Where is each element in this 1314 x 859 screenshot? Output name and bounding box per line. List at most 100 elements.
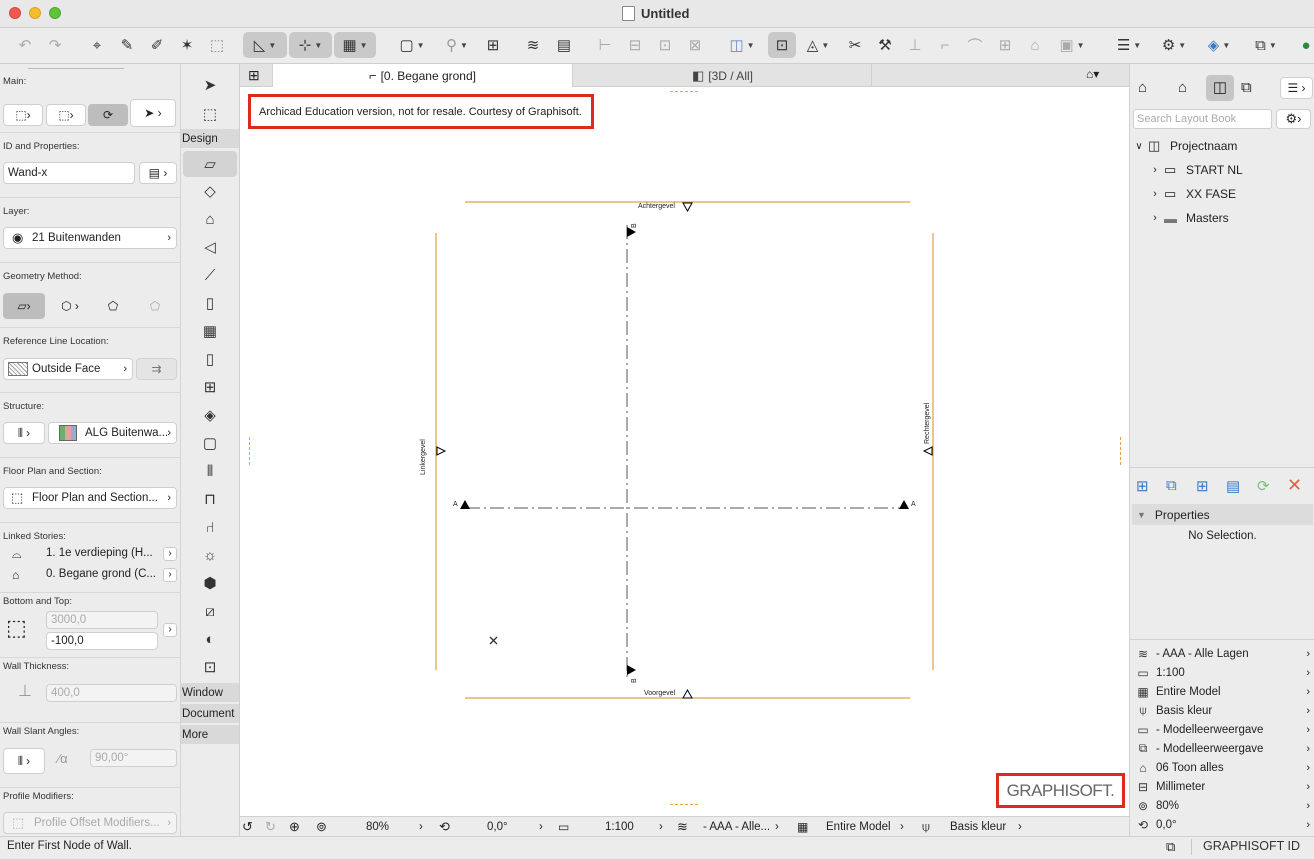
undo-icon[interactable]: ↶ xyxy=(12,32,38,58)
publisher-sets-icon[interactable]: ⧉ xyxy=(1241,79,1252,96)
offset-icon[interactable]: ⊡ xyxy=(652,32,678,58)
stair-flight-icon[interactable]: ⊡ xyxy=(183,654,237,680)
curtain-wall-icon[interactable]: ▦ xyxy=(183,318,237,344)
bimx-icon[interactable]: ● xyxy=(1298,32,1314,58)
distribute-icon[interactable]: ⊟ xyxy=(622,32,648,58)
quick-option-layers[interactable]: ≋ - AAA - Alle Lagen › xyxy=(1130,644,1314,663)
chevron-right-icon[interactable]: › xyxy=(419,817,423,836)
chevron-right-icon[interactable]: › xyxy=(163,568,177,582)
tree-item-start-nl[interactable]: › ▭ START NL xyxy=(1130,159,1314,181)
document-category[interactable]: Document xyxy=(181,704,239,723)
tab-options-icon[interactable]: ⌂▾ xyxy=(1086,67,1099,81)
elevate-icon[interactable]: ⊥ xyxy=(902,32,928,58)
chevron-right-icon[interactable]: › xyxy=(900,817,904,836)
graphisoft-id-button[interactable]: GRAPHISOFT ID xyxy=(1203,839,1300,853)
angle-value[interactable]: 0,0° xyxy=(487,817,508,836)
settings-dialog-button[interactable]: ▤ › xyxy=(139,162,177,184)
floor-plan-canvas[interactable]: Archicad Education version, not for resa… xyxy=(240,87,1129,816)
shell-tool-icon[interactable]: ◁ xyxy=(183,234,237,260)
layer-selector[interactable]: ◉ 21 Buitenwanden › xyxy=(3,227,177,249)
resize-icon[interactable]: ⊞ xyxy=(992,32,1018,58)
new-folder-icon[interactable]: ⊞ xyxy=(1196,477,1209,495)
chevron-right-icon[interactable]: › xyxy=(1146,212,1164,224)
id-field[interactable]: Wand-x xyxy=(3,162,135,184)
chevron-right-icon[interactable]: › xyxy=(539,817,543,836)
refline-selector[interactable]: Outside Face › xyxy=(3,358,133,380)
zoom-value[interactable]: 80% xyxy=(366,817,389,836)
geometry-straight-button[interactable]: ▱› xyxy=(3,293,45,319)
model-value[interactable]: Entire Model xyxy=(826,817,891,836)
geometry-curved-button[interactable]: ⬡ › xyxy=(50,293,90,319)
design-category[interactable]: Design xyxy=(181,129,239,148)
arrow-tool-button[interactable]: ➤ › xyxy=(130,99,176,127)
layout-book-icon[interactable]: ◫ xyxy=(1206,75,1234,101)
snap-guides-tool[interactable]: ⊹ ▼ xyxy=(289,32,332,58)
tree-item-projectnaam[interactable]: ∨ ◫ Projectnaam xyxy=(1130,135,1314,157)
chamfer-icon[interactable]: ⌒ xyxy=(962,32,988,58)
layers-value[interactable]: - AAA - Alle... xyxy=(703,817,770,836)
chevron-right-icon[interactable]: › xyxy=(163,547,177,561)
bottom-offset-field[interactable]: -100,0 xyxy=(46,632,158,650)
scissors-icon[interactable]: ✂ xyxy=(842,32,868,58)
slant-angle-field[interactable]: 90,00° xyxy=(90,749,177,767)
object-tool-icon[interactable]: ⑁ xyxy=(183,514,237,540)
beam-tool-icon[interactable]: ⟋ xyxy=(183,262,237,288)
structure-type-button[interactable]: ⫴ › xyxy=(3,422,45,444)
railing-tool-icon[interactable]: ⊓ xyxy=(183,486,237,512)
wall-tool-icon[interactable]: ▱ xyxy=(183,151,237,177)
panel-menu-icon[interactable]: ☰ › xyxy=(1280,77,1313,99)
geometry-polygonal-button[interactable]: ⬠ xyxy=(140,293,170,319)
magic-wand-icon[interactable]: ✶ xyxy=(174,32,200,58)
rotate-view-icon[interactable]: ↺ xyxy=(242,817,260,836)
redo-icon[interactable]: ↷ xyxy=(42,32,68,58)
quick-option-model[interactable]: ▦ Entire Model › xyxy=(1130,682,1314,701)
settings-cube-icon[interactable]: ⚙ ▼ xyxy=(1154,32,1194,58)
quick-option-dimension[interactable]: ⊟ Millimeter › xyxy=(1130,777,1314,796)
opening-tool-icon[interactable]: ▢ xyxy=(183,430,237,456)
drag-handle[interactable] xyxy=(28,68,124,69)
profile-modifiers-button[interactable]: ⬚ Profile Offset Modifiers... › xyxy=(3,812,177,834)
chevron-right-icon[interactable]: › xyxy=(659,817,663,836)
tab-3d[interactable]: ◧ [3D / All] xyxy=(574,64,872,87)
delete-icon[interactable]: ✕ xyxy=(1287,475,1302,496)
slab-tool-icon[interactable]: ◇ xyxy=(183,178,237,204)
mirror-icon[interactable]: ◫ ▼ xyxy=(722,32,762,58)
find-select-icon[interactable]: ⌖ xyxy=(84,32,110,58)
morph-tool-icon[interactable]: ◐ xyxy=(183,626,237,652)
grid-snap-tool[interactable]: ▦ ▼ xyxy=(334,32,376,58)
selection-method-button[interactable]: ⬚› xyxy=(46,104,86,126)
door-tool-icon[interactable]: ▯ xyxy=(183,346,237,372)
adjust-icon[interactable]: ⚒ xyxy=(872,32,898,58)
chevron-right-icon[interactable]: › xyxy=(1018,817,1022,836)
lamp-tool-icon[interactable]: ☼ xyxy=(183,542,237,568)
slant-type-button[interactable]: ⫴ › xyxy=(3,748,45,774)
chevron-down-icon[interactable]: ∨ xyxy=(1130,141,1148,152)
layout-search-input[interactable]: Search Layout Book xyxy=(1133,109,1272,129)
quick-option-scale[interactable]: ▭ 1:100 › xyxy=(1130,663,1314,682)
window-tool-icon[interactable]: ⊞ xyxy=(183,374,237,400)
quick-option-renovation[interactable]: ⌂ 06 Toon alles › xyxy=(1130,758,1314,777)
panels-icon[interactable]: ⧉ xyxy=(1166,839,1175,855)
new-subset-icon[interactable]: ⧉ xyxy=(1166,477,1177,494)
guide-line-tool[interactable]: ◺ ▼ xyxy=(243,32,287,58)
element-type-button[interactable]: ⬚› xyxy=(3,104,43,126)
structure-selector[interactable]: ALG Buitenwa... › xyxy=(48,422,177,444)
pen-value[interactable]: Basis kleur xyxy=(950,817,1006,836)
linked-top-story[interactable]: 1. 1e verdieping (H... xyxy=(46,547,153,559)
project-map-icon[interactable]: ⌂ xyxy=(1138,79,1147,96)
tab-floor-plan[interactable]: ⌐ [0. Begane grond] xyxy=(272,64,573,87)
chevron-right-icon[interactable]: › xyxy=(163,623,177,637)
settings-gear-icon[interactable]: ⚙› xyxy=(1276,109,1311,129)
explode-icon[interactable]: ▣ ▼ xyxy=(1052,32,1092,58)
merge-icon[interactable]: ⊠ xyxy=(682,32,708,58)
zoom-window-button[interactable] xyxy=(49,7,61,19)
quick-option-display[interactable]: ▭ - Modelleerweergave › xyxy=(1130,720,1314,739)
suspend-groups-icon[interactable]: ⚲ ▼ xyxy=(438,32,476,58)
transform-icon[interactable]: ⬚ xyxy=(204,32,230,58)
quick-option-pen[interactable]: ⍦ Basis kleur › xyxy=(1130,701,1314,720)
floorplan-settings-button[interactable]: ⬚ Floor Plan and Section... › xyxy=(3,487,177,509)
tree-item-masters[interactable]: › ▬ Masters xyxy=(1130,207,1314,229)
arrow-select-icon[interactable]: ➤ xyxy=(183,72,237,98)
marquee-icon[interactable]: ⬚ xyxy=(183,101,237,127)
chevron-right-icon[interactable]: › xyxy=(1146,164,1164,176)
